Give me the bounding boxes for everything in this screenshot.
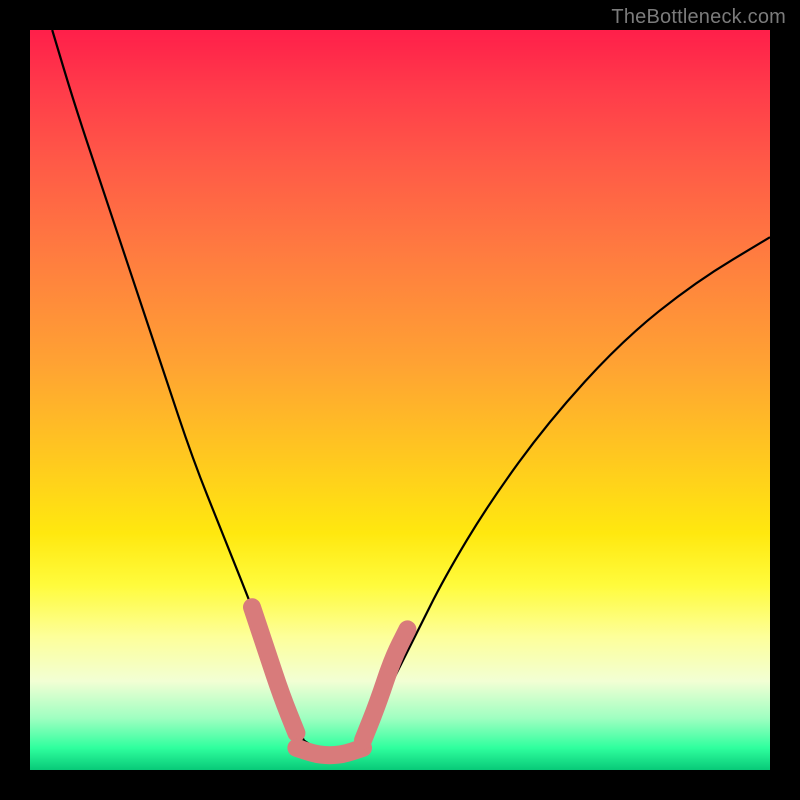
curves-svg — [30, 30, 770, 770]
watermark-text: TheBottleneck.com — [611, 6, 786, 29]
highlight-left — [252, 607, 296, 733]
chart-frame: TheBottleneck.com — [0, 0, 800, 800]
highlight-right — [363, 629, 407, 740]
plot-area — [30, 30, 770, 770]
highlight-floor — [296, 748, 363, 755]
right-curve — [363, 237, 770, 740]
